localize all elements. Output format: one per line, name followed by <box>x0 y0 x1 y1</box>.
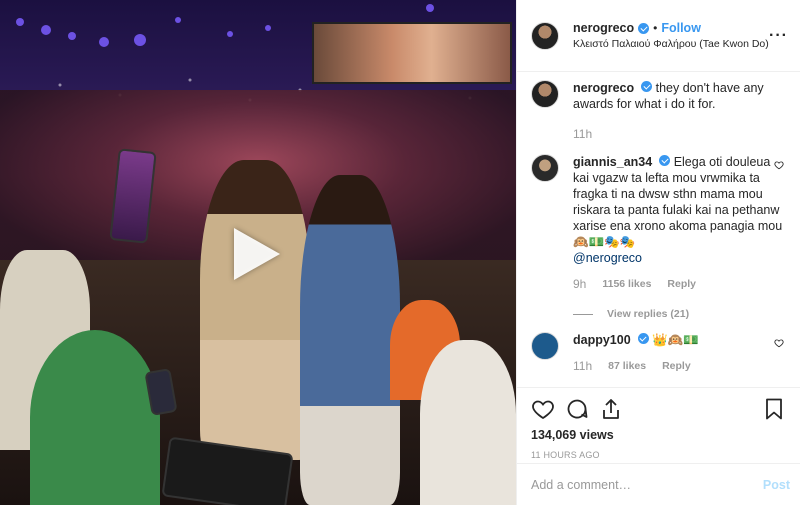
avatar[interactable] <box>531 21 559 50</box>
arena-screen <box>312 22 512 84</box>
comment-likes[interactable]: 1156 likes <box>602 276 651 292</box>
play-icon[interactable] <box>234 228 280 280</box>
verified-badge-icon <box>659 155 671 166</box>
separator-dot: • <box>653 21 658 35</box>
heart-icon[interactable] <box>531 397 555 421</box>
follow-button[interactable]: Follow <box>661 21 701 35</box>
performer-left <box>200 160 310 460</box>
comment-item: giannis_an34 Elega oti douleua kai vgazw… <box>531 154 788 292</box>
caption-body: nerogreco they don't have any awards for… <box>573 80 788 142</box>
comment-body: dappy100 👑🙉💵 11h 87 likes Reply <box>573 332 788 374</box>
fan-green <box>30 330 160 505</box>
bookmark-icon[interactable] <box>762 397 786 421</box>
avatar[interactable] <box>531 80 559 108</box>
performer-right <box>300 175 400 505</box>
heart-icon[interactable] <box>774 338 784 348</box>
action-bar <box>531 396 786 422</box>
post-header: nerogreco • Follow Κλειστό Παλαιού Φαλήρ… <box>517 0 800 72</box>
comment-item: dappy100 👑🙉💵 11h 87 likes Reply <box>531 332 788 374</box>
verified-badge-icon <box>641 81 653 92</box>
view-count[interactable]: 134,069 views <box>531 428 786 442</box>
verified-badge-icon <box>638 22 650 34</box>
post-timestamp[interactable]: 11 HOURS AGO <box>531 450 786 460</box>
header-username[interactable]: nerogreco <box>573 21 634 35</box>
comments-list[interactable]: nerogreco they don't have any awards for… <box>517 72 800 387</box>
comment-time[interactable]: 9h <box>573 276 586 292</box>
instagram-post: nerogreco • Follow Κλειστό Παλαιού Φαλήρ… <box>0 0 800 505</box>
comment-likes[interactable]: 87 likes <box>608 358 646 374</box>
share-icon[interactable] <box>599 397 623 421</box>
view-replies-button[interactable]: View replies (21) <box>573 308 788 320</box>
replies-line <box>573 313 593 315</box>
caption-time[interactable]: 11h <box>573 126 788 142</box>
add-comment-bar: Post <box>517 463 800 505</box>
more-options-icon[interactable]: ··· <box>769 27 788 45</box>
avatar[interactable] <box>531 154 559 182</box>
comment-text: 👑🙉💵 <box>652 333 699 347</box>
comment-username[interactable]: giannis_an34 <box>573 155 652 169</box>
verified-badge-icon <box>637 333 649 344</box>
post-side-panel: nerogreco • Follow Κλειστό Παλαιού Φαλήρ… <box>516 0 800 505</box>
caption: nerogreco they don't have any awards for… <box>531 80 788 142</box>
reply-button[interactable]: Reply <box>667 276 696 292</box>
heart-icon[interactable] <box>774 160 784 170</box>
view-replies-label: View replies (21) <box>607 308 690 320</box>
actions-block: 134,069 views 11 HOURS AGO <box>517 387 800 463</box>
location-link[interactable]: Κλειστό Παλαιού Φαλήρου (Tae Kwon Do) <box>573 38 769 50</box>
comment-meta: 9h 1156 likes Reply <box>573 276 788 292</box>
header-user-row: nerogreco • Follow <box>573 21 765 35</box>
comment-meta: 11h 87 likes Reply <box>573 358 788 374</box>
comment-username[interactable]: dappy100 <box>573 333 631 347</box>
reply-button[interactable]: Reply <box>662 358 691 374</box>
comment-text: Elega oti douleua kai vgazw ta lefta mou… <box>573 155 783 249</box>
avatar[interactable] <box>531 332 559 360</box>
post-button[interactable]: Post <box>763 478 790 492</box>
header-text: nerogreco • Follow Κλειστό Παλαιού Φαλήρ… <box>573 21 769 50</box>
post-video[interactable] <box>0 0 516 505</box>
comment-input[interactable] <box>531 477 763 492</box>
comment-body: giannis_an34 Elega oti douleua kai vgazw… <box>573 154 788 292</box>
comment-mention[interactable]: @nerogreco <box>573 251 642 265</box>
comment-icon[interactable] <box>565 397 589 421</box>
fan-right <box>420 340 516 505</box>
comment-time[interactable]: 11h <box>573 358 592 374</box>
caption-username[interactable]: nerogreco <box>573 81 634 95</box>
